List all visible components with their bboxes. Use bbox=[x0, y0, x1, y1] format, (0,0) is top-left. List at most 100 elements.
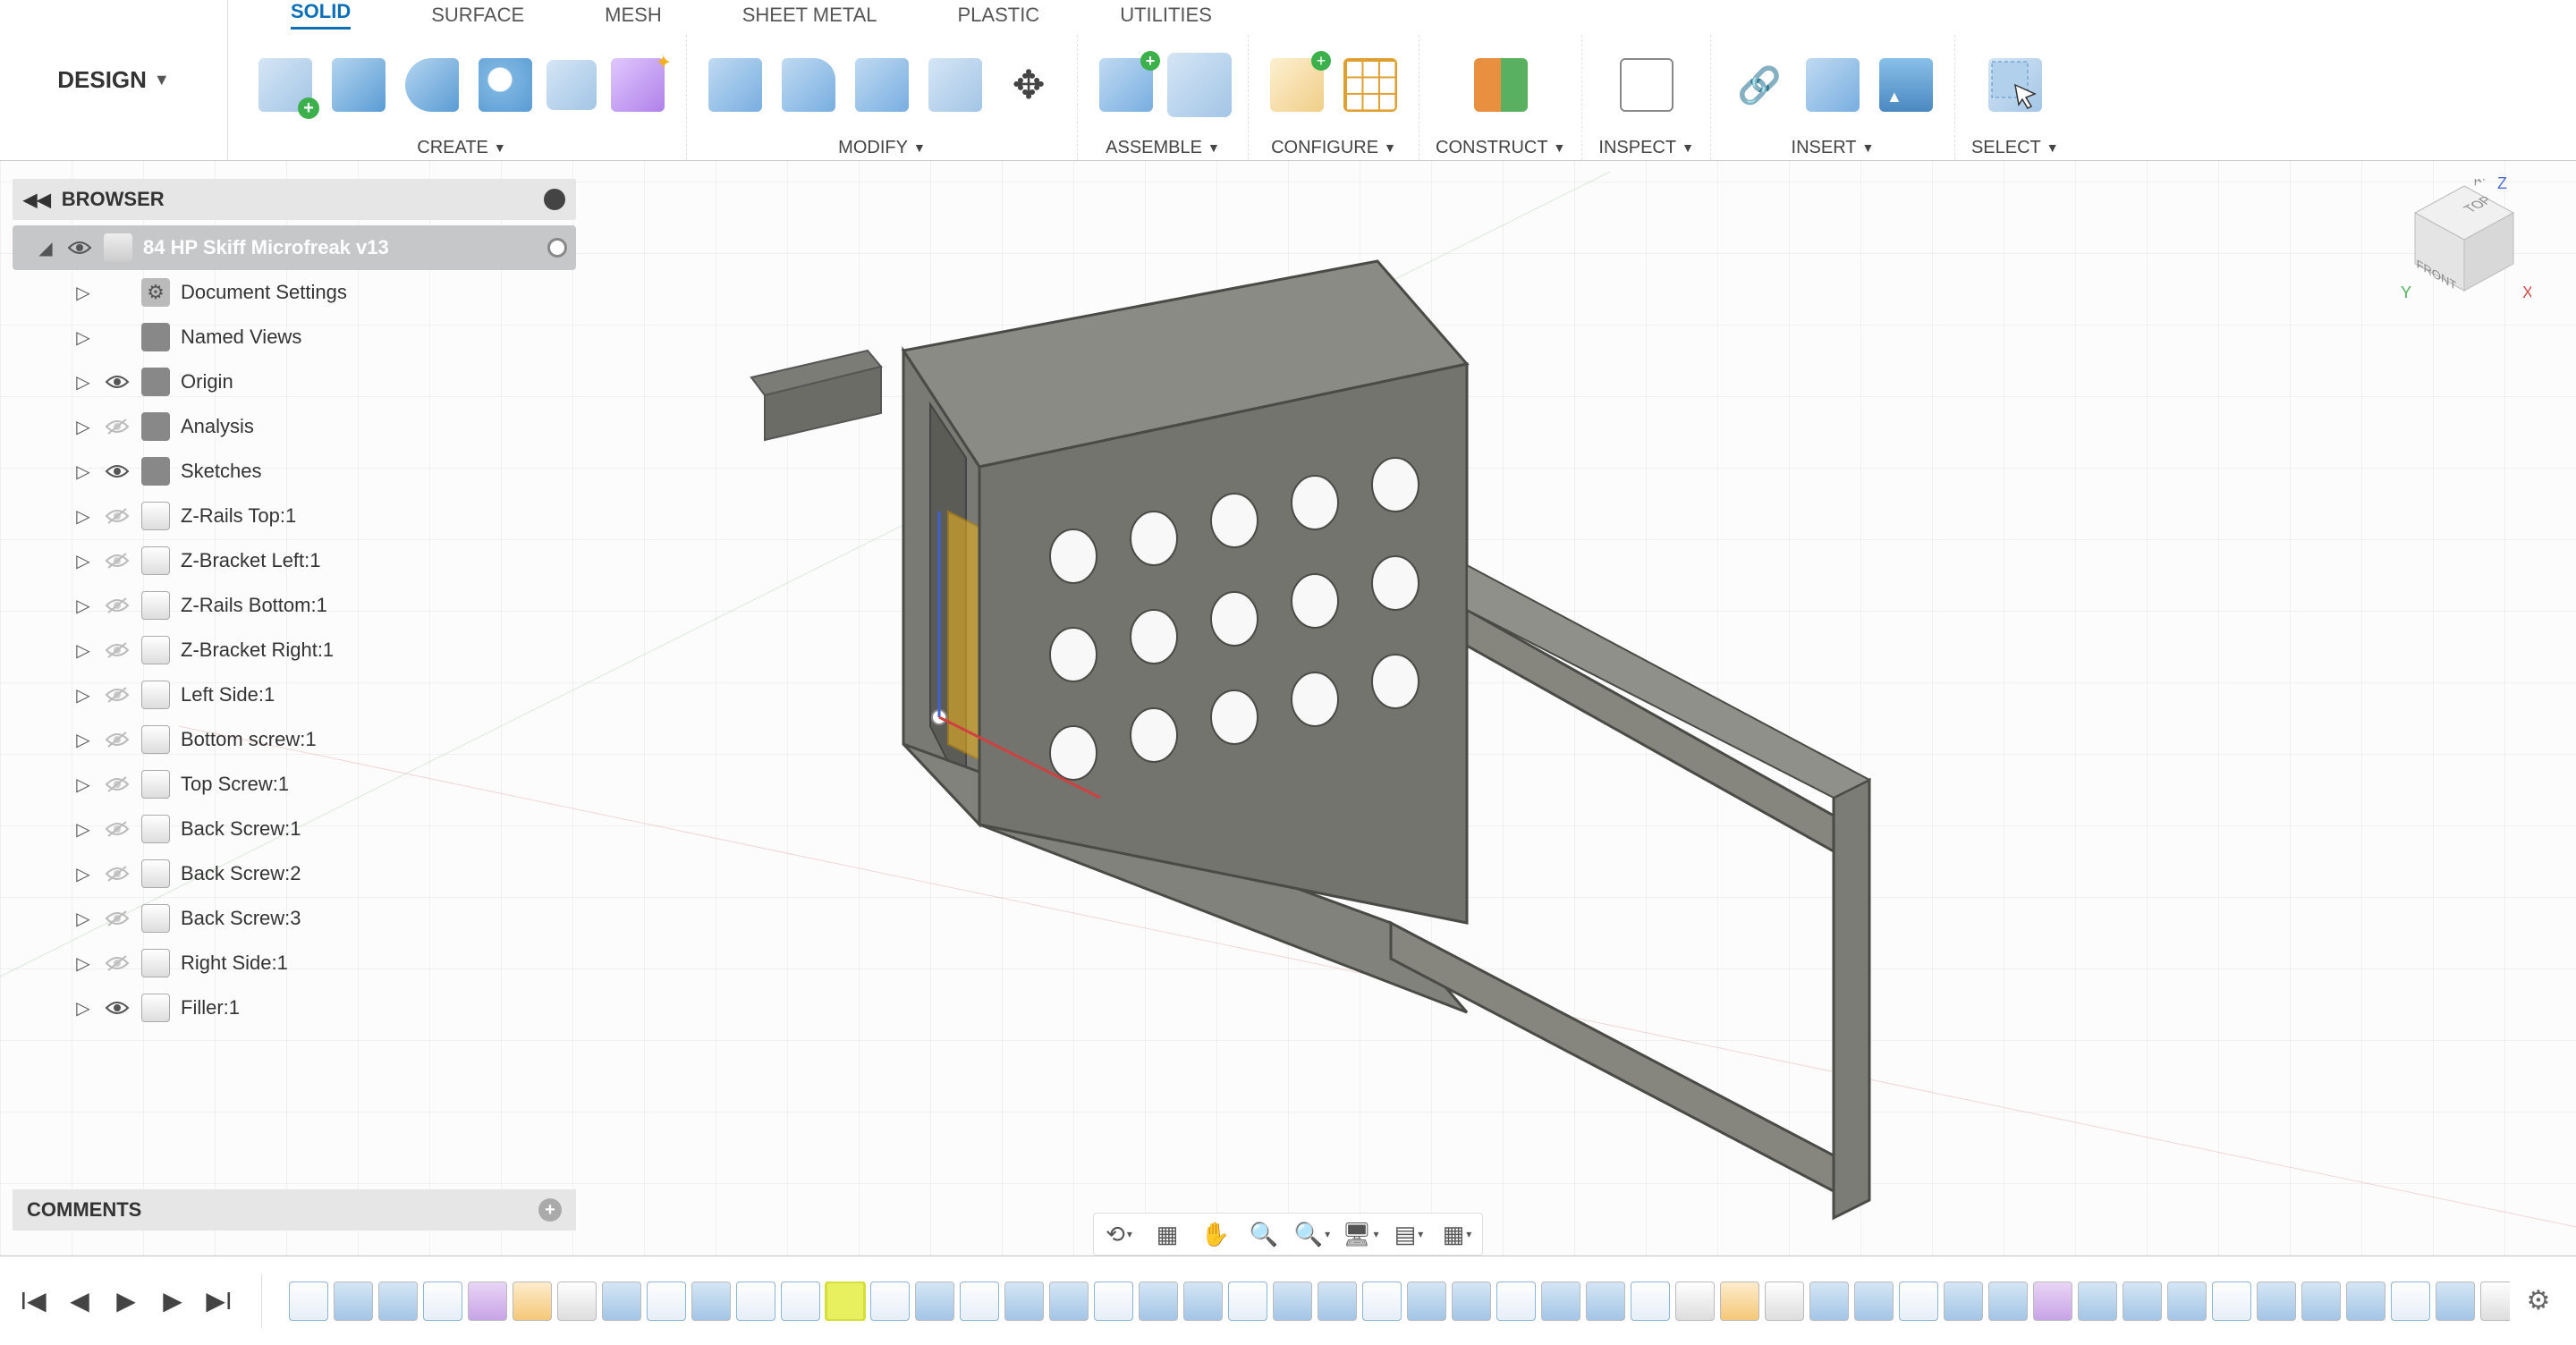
group-label-modify[interactable]: MODIFY▼ bbox=[838, 135, 926, 160]
timeline-feature[interactable] bbox=[1094, 1282, 1133, 1321]
visibility-toggle[interactable] bbox=[104, 860, 131, 887]
timeline-feature[interactable] bbox=[2301, 1282, 2341, 1321]
tree-item[interactable]: ▷ Sketches bbox=[13, 449, 576, 494]
timeline-feature[interactable] bbox=[1675, 1282, 1715, 1321]
tab-solid[interactable]: SOLID bbox=[291, 0, 351, 30]
group-label-select[interactable]: SELECT▼ bbox=[1971, 135, 2059, 160]
browser-options-icon[interactable] bbox=[544, 189, 565, 210]
visibility-toggle[interactable] bbox=[104, 771, 131, 798]
pan-button[interactable]: ✋ bbox=[1199, 1218, 1232, 1250]
timeline-feature[interactable] bbox=[1139, 1282, 1178, 1321]
tree-item[interactable]: ▷ Analysis bbox=[13, 404, 576, 449]
timeline-feature[interactable] bbox=[1407, 1282, 1446, 1321]
timeline-feature[interactable] bbox=[378, 1282, 418, 1321]
expander-icon[interactable]: ▷ bbox=[73, 774, 93, 794]
expander-icon[interactable]: ▷ bbox=[73, 819, 93, 839]
hole-button[interactable] bbox=[473, 53, 538, 117]
visibility-toggle[interactable] bbox=[104, 413, 131, 440]
visibility-toggle[interactable] bbox=[104, 458, 131, 485]
visibility-toggle[interactable] bbox=[104, 905, 131, 932]
insert-decal-button[interactable] bbox=[1874, 53, 1938, 117]
timeline-feature[interactable] bbox=[1899, 1282, 1938, 1321]
tree-item[interactable]: ▷ Z-Rails Top:1 bbox=[13, 494, 576, 538]
insert-mcmaster-button[interactable] bbox=[1801, 53, 1865, 117]
timeline-feature[interactable] bbox=[2167, 1282, 2207, 1321]
timeline-feature[interactable] bbox=[513, 1282, 552, 1321]
expander-icon[interactable]: ▷ bbox=[73, 506, 93, 526]
timeline-feature[interactable] bbox=[557, 1282, 597, 1321]
timeline-feature[interactable] bbox=[736, 1282, 775, 1321]
group-label-construct[interactable]: CONSTRUCT▼ bbox=[1436, 135, 1565, 160]
timeline-feature[interactable] bbox=[826, 1282, 865, 1321]
group-label-inspect[interactable]: INSPECT▼ bbox=[1598, 135, 1694, 160]
group-label-assemble[interactable]: ASSEMBLE▼ bbox=[1106, 135, 1220, 160]
timeline-feature[interactable] bbox=[468, 1282, 507, 1321]
tab-utilities[interactable]: UTILITIES bbox=[1120, 4, 1212, 27]
visibility-toggle[interactable] bbox=[104, 816, 131, 842]
tree-item[interactable]: ▷ Back Screw:2 bbox=[13, 851, 576, 896]
visibility-toggle[interactable] bbox=[104, 368, 131, 395]
comments-panel[interactable]: COMMENTS + bbox=[13, 1189, 576, 1231]
timeline-play-button[interactable]: ▶ bbox=[111, 1286, 141, 1316]
timeline-settings-button[interactable]: ⚙ bbox=[2519, 1282, 2558, 1321]
expander-icon[interactable]: ▷ bbox=[73, 864, 93, 884]
timeline-feature[interactable] bbox=[602, 1282, 641, 1321]
viewport-layout-button[interactable]: ▦▾ bbox=[1441, 1218, 1473, 1250]
tree-item[interactable]: ▷ Origin bbox=[13, 360, 576, 404]
combine-button[interactable] bbox=[923, 53, 987, 117]
timeline-feature[interactable] bbox=[289, 1282, 328, 1321]
timeline-feature[interactable] bbox=[1809, 1282, 1849, 1321]
expander-icon[interactable]: ▷ bbox=[73, 372, 93, 392]
extrude-button[interactable] bbox=[326, 53, 391, 117]
timeline-feature[interactable] bbox=[1273, 1282, 1312, 1321]
timeline-feature[interactable] bbox=[781, 1282, 820, 1321]
timeline-prev-button[interactable]: ◀ bbox=[64, 1286, 95, 1316]
insert-derive-button[interactable]: 🔗 bbox=[1727, 53, 1792, 117]
timeline-feature[interactable] bbox=[1988, 1282, 2028, 1321]
tree-item[interactable]: ▷ Named Views bbox=[13, 315, 576, 360]
expander-icon[interactable]: ▷ bbox=[73, 953, 93, 973]
timeline-feature[interactable] bbox=[1854, 1282, 1894, 1321]
expander-icon[interactable]: ▷ bbox=[73, 596, 93, 615]
visibility-toggle[interactable] bbox=[104, 994, 131, 1021]
expander-icon[interactable]: ▷ bbox=[73, 909, 93, 928]
display-settings-button[interactable]: 🖥▾ bbox=[1344, 1218, 1377, 1250]
tree-item[interactable]: ▷ Top Screw:1 bbox=[13, 762, 576, 807]
timeline-feature[interactable] bbox=[1452, 1282, 1491, 1321]
timeline-feature[interactable] bbox=[2033, 1282, 2072, 1321]
timeline-feature[interactable] bbox=[1541, 1282, 1580, 1321]
visibility-toggle[interactable] bbox=[104, 726, 131, 753]
visibility-toggle[interactable] bbox=[104, 547, 131, 574]
expander-icon[interactable]: ◢ bbox=[36, 238, 55, 258]
collapse-icon[interactable]: ◀◀ bbox=[23, 189, 51, 211]
timeline-feature[interactable] bbox=[1362, 1282, 1402, 1321]
tab-surface[interactable]: SURFACE bbox=[431, 4, 524, 27]
expander-icon[interactable]: ▷ bbox=[73, 551, 93, 571]
group-label-insert[interactable]: INSERT▼ bbox=[1792, 135, 1875, 160]
add-comment-button[interactable]: + bbox=[538, 1198, 562, 1222]
timeline-feature[interactable] bbox=[1496, 1282, 1536, 1321]
timeline-feature[interactable] bbox=[1049, 1282, 1089, 1321]
visibility-toggle[interactable] bbox=[104, 637, 131, 664]
revolve-button[interactable] bbox=[400, 53, 464, 117]
grid-settings-button[interactable]: ▤▾ bbox=[1393, 1218, 1425, 1250]
move-button[interactable]: ✥ bbox=[996, 53, 1061, 117]
tree-item[interactable]: ▷ Filler:1 bbox=[13, 985, 576, 1030]
timeline-feature[interactable] bbox=[423, 1282, 462, 1321]
configure-button[interactable] bbox=[1265, 53, 1329, 117]
timeline-feature[interactable] bbox=[960, 1282, 999, 1321]
tree-root[interactable]: ◢ 84 HP Skiff Microfreak v13 bbox=[13, 225, 576, 270]
timeline-feature[interactable] bbox=[2436, 1282, 2475, 1321]
expander-icon[interactable]: ▷ bbox=[73, 461, 93, 481]
expander-icon[interactable]: ▷ bbox=[73, 283, 93, 302]
joint-button[interactable] bbox=[1167, 53, 1232, 117]
select-button[interactable] bbox=[1983, 53, 2047, 117]
timeline-feature[interactable] bbox=[2257, 1282, 2296, 1321]
timeline-feature[interactable] bbox=[2123, 1282, 2162, 1321]
visibility-toggle[interactable] bbox=[104, 592, 131, 619]
tab-plastic[interactable]: PLASTIC bbox=[958, 4, 1040, 27]
rib-button[interactable] bbox=[547, 60, 597, 110]
timeline-feature[interactable] bbox=[647, 1282, 686, 1321]
expander-icon[interactable]: ▷ bbox=[73, 998, 93, 1018]
expander-icon[interactable]: ▷ bbox=[73, 685, 93, 705]
